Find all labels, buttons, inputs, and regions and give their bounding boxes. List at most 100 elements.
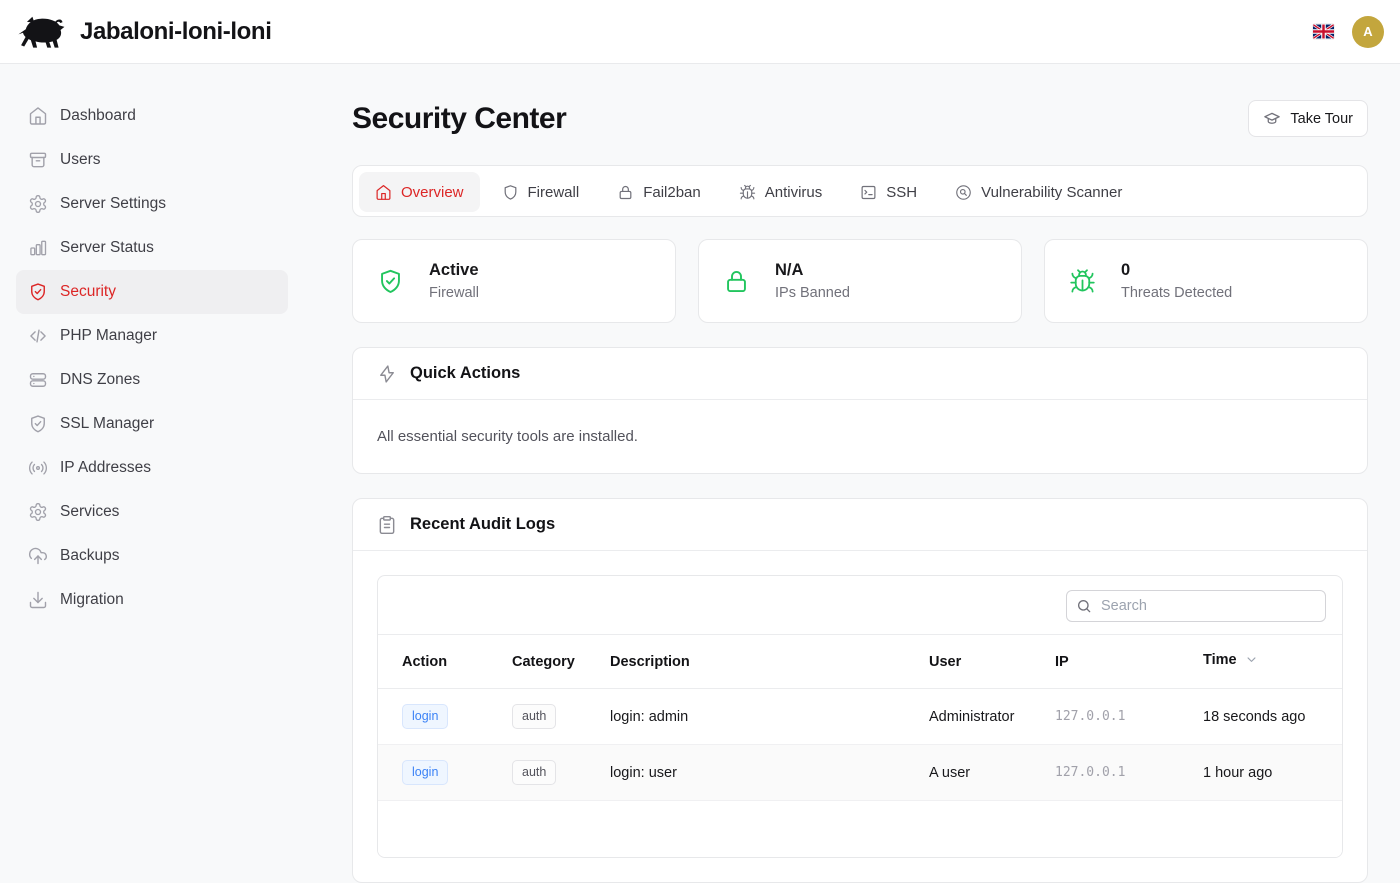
download-icon [28, 590, 48, 610]
category-badge: auth [512, 704, 556, 729]
sidebar-item-security[interactable]: Security [16, 270, 288, 314]
brand[interactable]: Jabaloni-loni-loni [16, 13, 271, 51]
sidebar-item-dashboard[interactable]: Dashboard [16, 94, 288, 138]
tab-label: Fail2ban [643, 184, 701, 201]
stat-card-firewall: Active Firewall [352, 239, 676, 323]
boar-logo-icon [16, 13, 66, 51]
sidebar-item-ip-addresses[interactable]: IP Addresses [16, 446, 288, 490]
avatar[interactable]: A [1352, 16, 1384, 48]
table-row: login auth login: userA user127.0.0.11 hou… [378, 745, 1342, 801]
stat-card-threats-detected: 0Threats Detected [1044, 239, 1368, 323]
sidebar-item-label: PHP Manager [60, 327, 157, 345]
take-tour-button[interactable]: Take Tour [1248, 100, 1368, 137]
tab-label: Vulnerability Scanner [981, 184, 1122, 201]
tab-firewall[interactable]: Firewall [486, 172, 596, 212]
topbar: Jabaloni-loni-loni A [0, 0, 1400, 64]
stat-label: Firewall [429, 285, 479, 301]
tab-vulnerability-scanner[interactable]: Vulnerability Scanner [939, 172, 1138, 212]
audit-logs-panel: Recent Audit Logs [352, 498, 1368, 883]
terminal-icon [860, 184, 877, 201]
audit-table-container: ActionCategoryDescriptionUserIPTime logi… [377, 575, 1343, 858]
column-header-action[interactable]: Action [378, 635, 488, 689]
column-header-description[interactable]: Description [586, 635, 905, 689]
tab-fail2ban[interactable]: Fail2ban [601, 172, 717, 212]
stat-value: 0 [1121, 261, 1232, 280]
home-icon [375, 184, 392, 201]
category-badge: auth [512, 760, 556, 785]
take-tour-label: Take Tour [1290, 111, 1353, 127]
tab-label: Antivirus [765, 184, 823, 201]
scan-search-icon [955, 184, 972, 201]
home-icon [28, 106, 48, 126]
sidebar-item-label: Backups [60, 547, 119, 565]
status-cards: Active Firewall N/A IPs Banned 0Threats Dete… [352, 239, 1368, 323]
gear-icon [28, 194, 48, 214]
sidebar-item-label: Users [60, 151, 100, 169]
main-content: Security Center Take Tour OverviewFirewa… [304, 64, 1400, 800]
shield-icon [502, 184, 519, 201]
sidebar-item-php-manager[interactable]: PHP Manager [16, 314, 288, 358]
sidebar-item-server-status[interactable]: Server Status [16, 226, 288, 270]
stat-value: Active [429, 261, 479, 280]
sidebar-item-label: Server Settings [60, 195, 166, 213]
search-input[interactable] [1066, 590, 1326, 622]
audit-table-body: loginauthlogin: adminAdministrator127.0.… [378, 689, 1342, 857]
user-cell: A user [905, 745, 1031, 801]
action-badge: login [402, 760, 448, 785]
shield-check-icon [28, 414, 48, 434]
graduation-cap-icon [1263, 110, 1281, 128]
clipboard-icon [377, 515, 397, 535]
column-header-ip[interactable]: IP [1031, 635, 1179, 689]
sidebar-item-label: Server Status [60, 239, 154, 257]
lock-icon [723, 268, 750, 295]
time-cell: 1 hour ago [1179, 745, 1342, 801]
tab-antivirus[interactable]: Antivirus [723, 172, 839, 212]
quick-actions-title: Quick Actions [410, 364, 520, 383]
stat-card-ips-banned: N/A IPs Banned [698, 239, 1022, 323]
time-cell: 18 seconds ago [1179, 689, 1342, 745]
sidebar-item-migration[interactable]: Migration [16, 578, 288, 622]
sidebar: Dashboard Users Server Settings Server Stat… [0, 64, 304, 800]
sidebar-item-users[interactable]: Users [16, 138, 288, 182]
description-cell: login: admin [586, 689, 905, 745]
radio-icon [28, 458, 48, 478]
sidebar-item-label: Dashboard [60, 107, 136, 125]
ip-cell: 127.0.0.1 [1031, 745, 1179, 801]
bar-chart-icon [28, 238, 48, 258]
stat-value: N/A [775, 261, 850, 280]
column-header-time[interactable]: Time [1179, 635, 1342, 689]
action-badge: login [402, 704, 448, 729]
tab-ssh[interactable]: SSH [844, 172, 933, 212]
sidebar-item-ssl-manager[interactable]: SSL Manager [16, 402, 288, 446]
column-header-category[interactable]: Category [488, 635, 586, 689]
sidebar-item-label: Migration [60, 591, 124, 609]
description-cell: login: user [586, 745, 905, 801]
lock-icon [617, 184, 634, 201]
tab-overview[interactable]: Overview [359, 172, 480, 212]
sidebar-item-server-settings[interactable]: Server Settings [16, 182, 288, 226]
stat-label: IPs Banned [775, 285, 850, 301]
chevron-down-icon [1244, 652, 1259, 671]
table-row: loginauthlogin: adminAdministrator127.0.… [378, 689, 1342, 745]
bug-icon [1069, 268, 1096, 295]
sidebar-item-dns-zones[interactable]: DNS Zones [16, 358, 288, 402]
page-title: Security Center [352, 102, 566, 136]
audit-logs-title: Recent Audit Logs [410, 515, 555, 534]
sidebar-item-label: SSL Manager [60, 415, 154, 433]
sidebar-item-label: IP Addresses [60, 459, 151, 477]
bug-icon [739, 184, 756, 201]
code-icon [28, 326, 48, 346]
audit-table: ActionCategoryDescriptionUserIPTime logi… [378, 634, 1342, 857]
table-header-row: ActionCategoryDescriptionUserIPTime [378, 635, 1342, 689]
brand-name: Jabaloni-loni-loni [80, 18, 271, 46]
sidebar-item-label: DNS Zones [60, 371, 140, 389]
lightning-bolt-icon [377, 364, 397, 384]
cloud-upload-icon [28, 546, 48, 566]
ip-cell: 127.0.0.1 [1031, 689, 1179, 745]
column-header-user[interactable]: User [905, 635, 1031, 689]
sidebar-item-label: Services [60, 503, 119, 521]
sidebar-item-backups[interactable]: Backups [16, 534, 288, 578]
language-flag-icon[interactable] [1313, 24, 1334, 39]
security-tabs: OverviewFirewall Fail2ban Antivirus SSH Vuln… [352, 165, 1368, 217]
sidebar-item-services[interactable]: Services [16, 490, 288, 534]
